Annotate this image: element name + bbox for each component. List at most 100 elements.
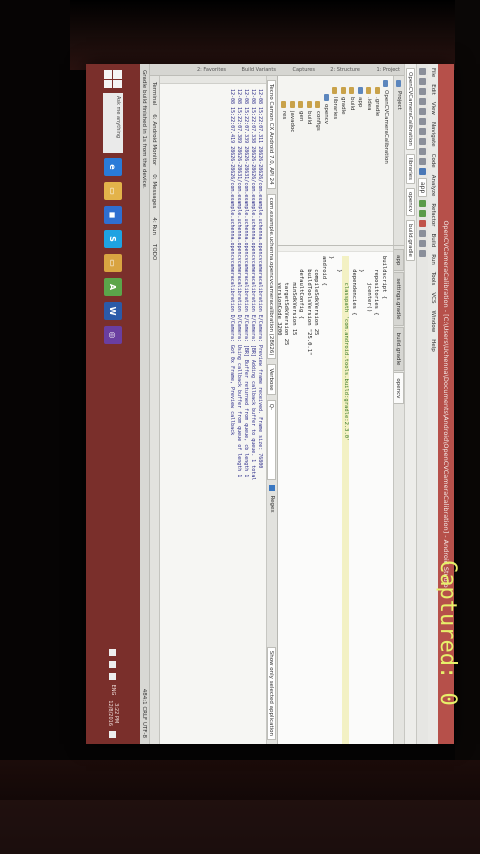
store-icon[interactable]: ◼	[104, 206, 122, 224]
logcat-filter-select[interactable]: Show only selected application	[267, 646, 277, 740]
tree-node[interactable]: OpenCVCameraCalibration	[382, 80, 391, 241]
tree-node[interactable]: configs	[314, 80, 323, 241]
tree-node[interactable]: libraries	[331, 80, 340, 241]
tree-node[interactable]: app	[356, 80, 365, 241]
sdk-manager-icon[interactable]	[419, 240, 426, 248]
paste-icon[interactable]	[419, 138, 426, 145]
tool-window-tab[interactable]: 1: Project	[376, 67, 400, 73]
editor-tab[interactable]: settings.gradle	[394, 272, 404, 326]
edge-icon[interactable]: e	[104, 158, 122, 176]
menu-item[interactable]: Refactor	[430, 203, 436, 226]
help-icon[interactable]	[419, 250, 426, 258]
volume-icon[interactable]	[109, 660, 117, 668]
sync-icon[interactable]	[419, 88, 426, 95]
editor-tab[interactable]: opencv	[394, 372, 404, 405]
find-icon[interactable]	[419, 148, 426, 155]
bottom-tab[interactable]: TODO	[152, 244, 158, 260]
editor-tab[interactable]: build.gradle	[394, 326, 404, 372]
code-line: android {	[321, 256, 327, 286]
menu-item[interactable]: Edit	[430, 84, 436, 95]
logcat-side-toolbar	[160, 76, 266, 84]
tree-node[interactable]: .idea	[365, 80, 374, 241]
menu-item[interactable]: Build	[430, 233, 436, 247]
tree-node[interactable]: opencv	[322, 80, 331, 241]
tree-node[interactable]: build	[305, 80, 314, 241]
log-line: 12-08 15:22:07.389 28626-28631/com.examp…	[236, 89, 242, 478]
open-folder-icon[interactable]	[419, 68, 426, 75]
breadcrumb-item[interactable]: libraries	[406, 153, 415, 185]
device-select[interactable]: Tecno Camon CX Android 7.0, API 24	[267, 80, 277, 189]
menu-item[interactable]: VCS	[430, 292, 436, 303]
language-indicator[interactable]: ENG	[110, 685, 116, 696]
debug-icon[interactable]	[419, 210, 426, 218]
regex-checkbox[interactable]	[269, 484, 275, 491]
project-panel-header: Project	[393, 76, 404, 245]
code-line: buildscript {	[381, 256, 387, 300]
breadcrumb-item[interactable]: opencv	[406, 188, 415, 217]
bottom-tab[interactable]: Terminal	[152, 82, 158, 105]
editor-tab[interactable]: app	[394, 249, 404, 272]
run-config-select[interactable]: app	[418, 178, 427, 198]
menu-item[interactable]: Help	[430, 339, 436, 352]
tool-window-tab[interactable]: Captures	[292, 67, 315, 73]
breadcrumb-item[interactable]: build.gradle	[406, 220, 415, 261]
copy-icon[interactable]	[419, 128, 426, 135]
folder-icon[interactable]: ▭	[104, 254, 122, 272]
bottom-tab[interactable]: 6: Android Monitor	[152, 114, 158, 165]
tree-node[interactable]: gradle	[339, 80, 348, 241]
folder-icon	[340, 87, 346, 94]
start-icon[interactable]	[104, 70, 122, 88]
project-icon	[396, 80, 402, 87]
clock-time: 3:22 PM	[113, 703, 119, 724]
stop-icon[interactable]	[419, 220, 426, 228]
logcat-toolbar: Tecno Camon CX Android 7.0, API 24 com.e…	[266, 76, 277, 744]
tree-node[interactable]: .gradle	[373, 80, 382, 241]
clock[interactable]: 3:22 PM 12/8/2016	[107, 700, 119, 726]
run-icon[interactable]	[419, 200, 426, 208]
tree-node[interactable]: build	[348, 80, 357, 241]
notifications-icon[interactable]	[109, 731, 117, 738]
avd-manager-icon[interactable]	[419, 230, 426, 238]
cortana-search-input[interactable]: Ask me anything	[103, 93, 123, 153]
battery-icon[interactable]	[109, 672, 117, 680]
cut-icon[interactable]	[419, 118, 426, 125]
tree-node[interactable]: gen	[297, 80, 306, 241]
menu-item[interactable]: Tools	[430, 272, 436, 286]
android-studio-icon[interactable]: A	[104, 278, 122, 296]
github-icon[interactable]: ◎	[104, 326, 122, 344]
tool-window-tab[interactable]: 2: Structure	[331, 67, 361, 73]
word-icon[interactable]: W	[104, 302, 122, 320]
tree-node-label: .idea	[366, 97, 372, 111]
tool-window-tab[interactable]: Build Variants	[242, 67, 276, 73]
file-explorer-icon[interactable]: ▭	[104, 182, 122, 200]
tree-node-label: gradle	[340, 97, 347, 115]
tree-node-label: .gradle	[374, 97, 381, 117]
replace-icon[interactable]	[419, 158, 426, 165]
log-level-select[interactable]: Verbose	[267, 364, 277, 395]
tool-window-tab[interactable]: 2: Favorites	[197, 67, 226, 73]
logcat-search-input[interactable]: Q-	[267, 399, 277, 480]
menu-item[interactable]: Run	[430, 254, 436, 265]
process-select[interactable]: com.example.uchenna.opencvcameracalibrat…	[267, 193, 277, 360]
folder-icon	[298, 101, 304, 108]
undo-icon[interactable]	[419, 98, 426, 105]
folder-icon	[374, 87, 380, 94]
project-panel-title[interactable]: Project	[396, 91, 402, 110]
menu-item[interactable]: Analyze	[430, 175, 436, 197]
bottom-tab[interactable]: 4: Run	[152, 217, 158, 235]
menu-item[interactable]: File	[430, 68, 436, 77]
menu-item[interactable]: Navigate	[430, 122, 436, 147]
tree-node[interactable]: res	[280, 80, 289, 241]
menu-item[interactable]: Code	[430, 154, 436, 168]
save-icon[interactable]	[419, 78, 426, 85]
bottom-tab[interactable]: 0: Messages	[152, 174, 158, 208]
code-line: minSdkVersion 15	[291, 256, 297, 336]
breadcrumb-item[interactable]: OpenCVCameraCalibration	[406, 68, 415, 150]
network-icon[interactable]	[109, 648, 117, 656]
make-project-icon[interactable]	[419, 168, 426, 175]
skype-icon[interactable]: S	[104, 230, 122, 248]
menu-item[interactable]: View	[430, 102, 436, 115]
tree-node[interactable]: javadoc	[288, 80, 297, 241]
redo-icon[interactable]	[419, 108, 426, 115]
menu-item[interactable]: Window	[430, 311, 436, 333]
